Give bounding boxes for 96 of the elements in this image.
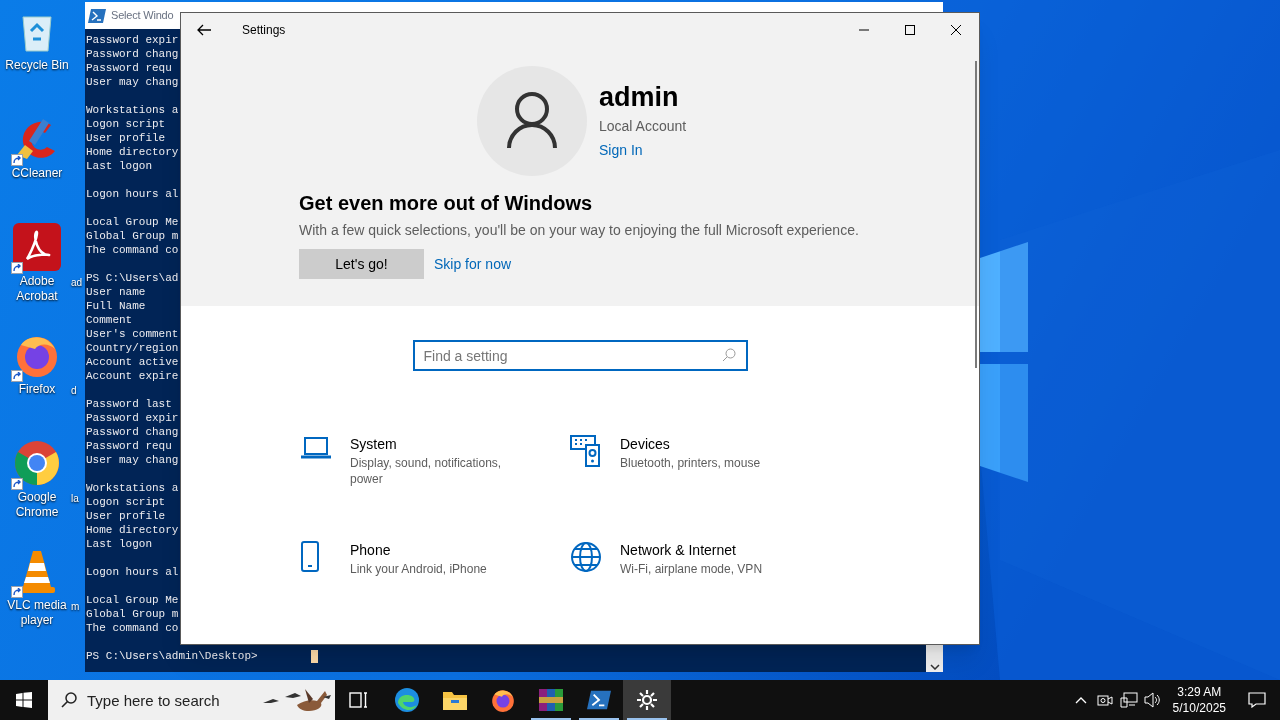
powershell-icon	[587, 690, 611, 710]
text-cursor	[310, 649, 318, 663]
sign-in-link[interactable]: Sign In	[599, 140, 687, 161]
search-field[interactable]: Find a setting	[412, 340, 748, 371]
console-line: Last logon	[86, 159, 152, 173]
scrollbar[interactable]	[926, 645, 943, 672]
console-line: Global Group m	[86, 607, 179, 621]
settings-category[interactable]: Network & Internet Wi-Fi, airplane mode, VPN	[570, 541, 840, 607]
console-line: Logon hours al	[86, 565, 179, 579]
edge-icon	[394, 687, 420, 713]
firefox-icon	[490, 687, 516, 713]
skip-link[interactable]: Skip for now	[434, 253, 512, 275]
task-view-icon	[349, 691, 369, 709]
stacked-books-icon	[538, 687, 564, 713]
console-line: User may chang	[86, 453, 179, 467]
running-indicator	[531, 718, 571, 720]
clock[interactable]: 3:29 AM 5/10/2025	[1164, 680, 1234, 720]
lets-go-button[interactable]: Let's go!	[299, 249, 424, 279]
category-subtitle: Link your Android, iPhone	[350, 561, 488, 577]
keyboard-speaker-icon	[570, 435, 602, 467]
category-subtitle: Display, sound, notifications, power	[350, 455, 503, 487]
category-title: Devices	[620, 435, 671, 453]
category-subtitle: Bluetooth, printers, mouse	[620, 455, 762, 471]
notification-icon	[1248, 692, 1266, 708]
console-line: PS C:\Users\ad	[86, 271, 179, 285]
console-line: User may chang	[86, 75, 179, 89]
icon-label[interactable]: Firefox	[18, 382, 56, 397]
account-type: Local Account	[599, 117, 687, 136]
running-indicator	[579, 718, 619, 720]
settings-category[interactable]: Phone Link your Android, iPhone	[300, 541, 570, 607]
console-line: Password chang	[86, 47, 179, 61]
account-name: admin	[599, 81, 680, 114]
folder-icon	[442, 689, 468, 711]
settings-category[interactable]: Devices Bluetooth, printers, mouse	[570, 435, 840, 501]
console-line: Logon script	[86, 117, 166, 131]
icon-label[interactable]: Recycle Bin	[5, 58, 69, 73]
console-line: Logon hours al	[86, 187, 179, 201]
settings-category[interactable]: System Display, sound, notifications, power	[300, 435, 570, 501]
promo-text: With a few quick selections, you'll be on your way to enjoying the full Microsoft experience.	[299, 221, 860, 240]
running-indicator	[627, 718, 667, 720]
powershell-icon	[88, 8, 106, 23]
scrollbar[interactable]	[975, 61, 977, 368]
console-prompt: PS C:\Users\admin\Desktop>	[86, 649, 258, 663]
maximize-icon	[904, 24, 916, 35]
console-line: Global Group m	[86, 229, 179, 243]
taskbar-search-field[interactable]: Type here to search	[48, 680, 335, 720]
console-line: Home directory	[86, 523, 179, 537]
console-line: Password expir	[86, 411, 179, 425]
icon-label[interactable]: d	[71, 383, 77, 398]
console-line: User profile	[86, 131, 166, 145]
console-line: Logon script	[86, 495, 166, 509]
console-line: Password requ	[86, 439, 172, 453]
console-line: Workstations a	[86, 103, 179, 117]
category-title: Phone	[350, 541, 392, 559]
back-arrow-icon	[197, 23, 211, 36]
category-title: Network & Internet	[620, 541, 737, 559]
console-line: Home directory	[86, 145, 179, 159]
settings-icon	[636, 689, 658, 711]
taskbar-button[interactable]	[623, 680, 671, 720]
globe-icon	[570, 541, 602, 573]
console-line: Password expir	[86, 33, 179, 47]
search-icon	[61, 692, 77, 708]
console-line: Workstations a	[86, 481, 179, 495]
scroll-down-icon[interactable]	[929, 664, 940, 670]
search-icon	[721, 348, 736, 362]
icon-label[interactable]: ad	[71, 275, 83, 290]
icon-label[interactable]: CCleaner	[11, 166, 63, 181]
category-subtitle: Wi-Fi, airplane mode, VPN	[620, 561, 764, 577]
window-title: Select Windo	[111, 8, 174, 24]
console-line: Comment	[86, 313, 133, 327]
console-line: Password requ	[86, 61, 172, 75]
console-line: Password chang	[86, 425, 179, 439]
windows-logo-icon	[16, 692, 32, 708]
promo-heading: Get even more out of Windows	[299, 191, 594, 216]
icon-label[interactable]: la	[71, 491, 79, 506]
console-line: User profile	[86, 509, 166, 523]
console-line: Account active	[86, 355, 179, 369]
console-line: Last logon	[86, 537, 152, 551]
laptop-icon	[300, 435, 332, 461]
console-line: The command co	[86, 243, 179, 257]
close-icon	[950, 24, 962, 35]
console-line: The command co	[86, 621, 179, 635]
chrome-icon[interactable]	[13, 439, 61, 487]
console-line: Local Group Me	[86, 215, 179, 229]
console-line: Full Name	[86, 299, 146, 313]
console-line: User name	[86, 285, 146, 299]
console-line: Account expire	[86, 369, 179, 383]
console-line: Country/region	[86, 341, 179, 355]
pdf-icon[interactable]	[13, 223, 61, 271]
console-line: User's comment	[86, 327, 179, 341]
window-title: Settings	[242, 21, 286, 39]
category-title: System	[350, 435, 398, 453]
icon-label[interactable]: m	[71, 599, 80, 614]
phone-icon	[300, 541, 320, 573]
console-line: Password last	[86, 397, 172, 411]
console-line: Local Group Me	[86, 593, 179, 607]
